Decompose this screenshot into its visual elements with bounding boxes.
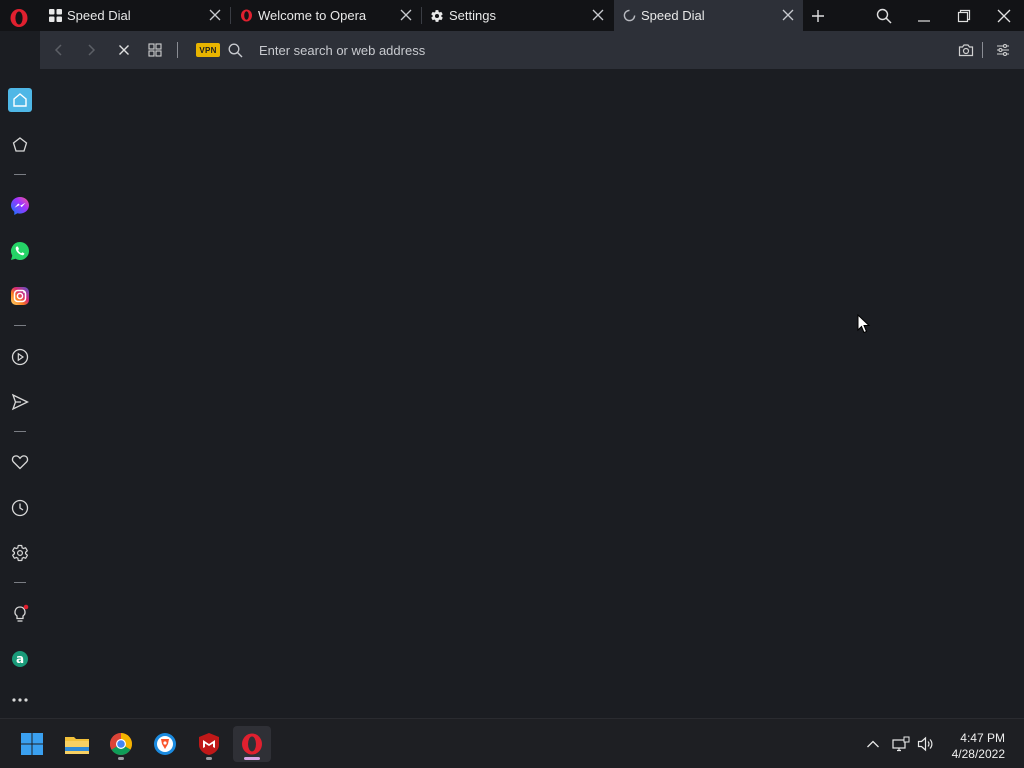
clock-date: 4/28/2022 (951, 747, 1005, 761)
stop-loading-button[interactable] (114, 40, 134, 60)
restore-button[interactable] (954, 6, 974, 26)
snapshot-camera-icon[interactable] (956, 40, 976, 60)
forward-button[interactable] (81, 40, 101, 60)
chrome-icon[interactable] (102, 726, 140, 762)
search-icon (225, 40, 245, 60)
lightbulb-icon[interactable] (8, 602, 32, 626)
opera-menu-icon[interactable] (9, 8, 29, 28)
search-tabs-icon[interactable] (874, 6, 894, 26)
running-indicator (118, 757, 124, 760)
address-input[interactable] (259, 40, 859, 60)
tab-title: Speed Dial (641, 8, 705, 23)
folder-icon[interactable] (58, 726, 96, 762)
aria-icon[interactable]: a (8, 647, 32, 671)
opera-logo-icon (239, 9, 253, 23)
clock-time: 4:47 PM (960, 731, 1005, 745)
close-tab-icon[interactable] (208, 8, 222, 22)
close-tab-icon[interactable] (399, 8, 413, 22)
brave-icon[interactable] (146, 726, 184, 762)
svg-text:a: a (16, 652, 24, 666)
close-window-button[interactable] (994, 6, 1014, 26)
tab-title: Welcome to Opera (258, 8, 367, 23)
new-tab-button[interactable] (808, 6, 828, 26)
send-icon[interactable] (8, 390, 32, 414)
tab-speed-dial-active[interactable]: Speed Dial (614, 0, 803, 31)
home-icon[interactable] (8, 88, 32, 112)
speed-dial-grid-icon (48, 9, 62, 23)
tab-overview-icon[interactable] (145, 40, 165, 60)
messenger-icon[interactable] (8, 194, 32, 218)
tab-title: Speed Dial (67, 8, 131, 23)
tab-speed-dial-1[interactable]: Speed Dial (40, 0, 230, 31)
volume-icon[interactable] (917, 735, 935, 753)
sidebar-divider (14, 174, 26, 175)
mcafee-icon[interactable] (190, 726, 228, 762)
whatsapp-icon[interactable] (8, 239, 32, 263)
sidebar-divider (14, 325, 26, 326)
tab-welcome-to-opera[interactable]: Welcome to Opera (231, 0, 421, 31)
chevron-up-icon[interactable] (864, 735, 882, 753)
close-tab-icon[interactable] (781, 8, 795, 22)
windows-start-icon[interactable] (13, 726, 51, 762)
minimize-button[interactable] (914, 6, 934, 26)
browser-window: Speed Dial Welcome to Opera Settings Spe… (0, 0, 1024, 718)
address-bar-divider (177, 42, 178, 58)
address-bar: VPN (40, 31, 1024, 69)
tab-bar: Speed Dial Welcome to Opera Settings Spe… (0, 0, 1024, 31)
tab-title: Settings (449, 8, 496, 23)
tab-settings[interactable]: Settings (422, 0, 613, 31)
page-content (40, 69, 1024, 718)
windows-taskbar: 4:47 PM 4/28/2022 (0, 718, 1024, 768)
loading-spinner-icon (622, 9, 636, 23)
opera-icon[interactable] (233, 726, 271, 762)
running-indicator (244, 757, 260, 760)
mouse-cursor-icon (857, 313, 871, 334)
vpn-badge[interactable]: VPN (196, 43, 220, 57)
play-circle-icon[interactable] (8, 345, 32, 369)
sidebar-divider (14, 431, 26, 432)
clock-icon[interactable] (8, 496, 32, 520)
instagram-icon[interactable] (8, 284, 32, 308)
network-icon[interactable] (892, 735, 910, 753)
heart-icon[interactable] (8, 450, 32, 474)
running-indicator (206, 757, 212, 760)
system-clock[interactable]: 4:47 PM 4/28/2022 (952, 730, 1005, 762)
back-button[interactable] (49, 40, 69, 60)
sidebar-divider (14, 582, 26, 583)
close-tab-icon[interactable] (591, 8, 605, 22)
star-icon[interactable] (8, 133, 32, 157)
easy-setup-icon[interactable] (993, 40, 1013, 60)
gear-icon (430, 9, 444, 23)
more-icon[interactable] (8, 688, 32, 712)
address-bar-divider (982, 42, 983, 58)
gear-icon[interactable] (8, 541, 32, 565)
sidebar: a (0, 69, 40, 718)
